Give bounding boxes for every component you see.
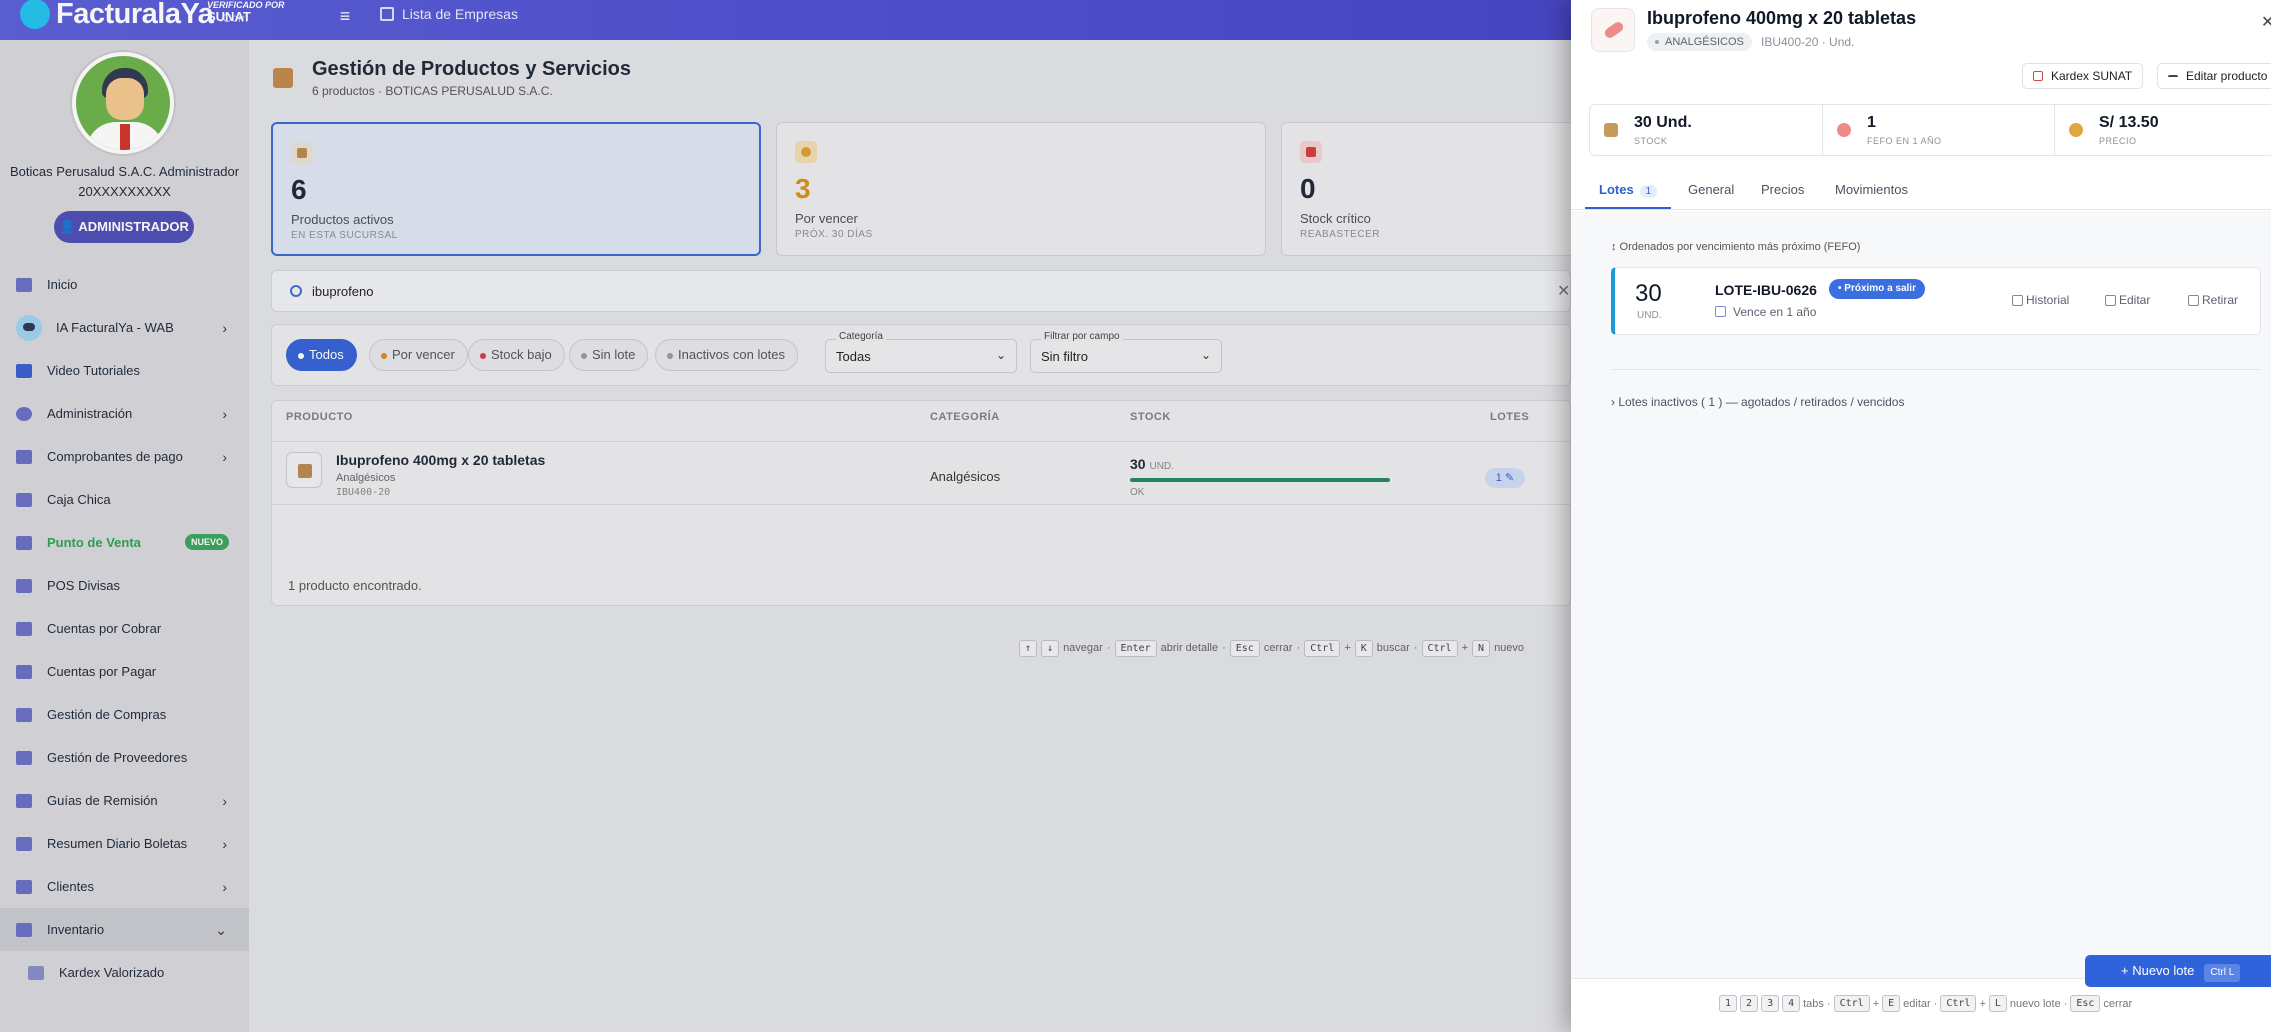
kbd-hint: editar <box>1903 997 1931 1010</box>
edit-product-label: Editar producto <box>2186 69 2268 83</box>
lot-withdraw-button[interactable]: Retirar <box>2188 293 2238 307</box>
new-lot-button[interactable]: + Nuevo lote Ctrl L <box>2085 955 2271 987</box>
divider <box>1611 369 2261 370</box>
kardex-sunat-label: Kardex SUNAT <box>2051 69 2133 83</box>
category-tag: ANALGÉSICOS <box>1647 33 1752 51</box>
pill-icon <box>1834 120 1854 140</box>
stat-stock: 30 Und. STOCK <box>1590 105 1823 155</box>
kardex-sunat-button[interactable]: Kardex SUNAT <box>2022 63 2144 89</box>
kbd-hint: tabs <box>1803 997 1824 1010</box>
tab-count-badge: 1 <box>1639 185 1658 198</box>
tab-precios[interactable]: Precios <box>1761 182 1804 197</box>
lot-expiry: Vence en 1 año <box>1733 305 1817 319</box>
tab-movimientos[interactable]: Movimientos <box>1835 182 1908 197</box>
drawer-title: Ibuprofeno 400mg x 20 tabletas <box>1647 8 1917 28</box>
kbd-key: Ctrl <box>1833 995 1870 1012</box>
stat-value: S/ 13.50 <box>2099 114 2159 131</box>
stat-label: PRECIO <box>2099 136 2137 146</box>
product-detail-drawer: Ibuprofeno 400mg x 20 tabletas ANALGÉSIC… <box>1571 0 2271 1032</box>
kbd-key: L <box>1988 995 2007 1012</box>
product-code: IBU400-20 · Und. <box>1761 35 1855 49</box>
stat-price: S/ 13.50 PRECIO <box>2054 105 2271 155</box>
lots-panel: ↕ Ordenados por vencimiento más próximo … <box>1571 211 2271 978</box>
kbd-key: 4 <box>1782 995 1801 1012</box>
kbd-key: 2 <box>1740 995 1759 1012</box>
lot-card[interactable]: 30 UND. LOTE-IBU-0626 • Próximo a salir … <box>1611 267 2261 335</box>
drawer-footer: + Nuevo lote Ctrl L 1 2 3 4 tabs · Ctrl +… <box>1571 955 2271 1032</box>
kbd-hint: cerrar <box>2103 997 2133 1010</box>
kbd-key: 1 <box>1719 995 1738 1012</box>
kbd-key: E <box>1882 995 1901 1012</box>
stat-fefo: 1 FEFO EN 1 AÑO <box>1822 105 2055 155</box>
inactive-lots-toggle[interactable]: › Lotes inactivos ( 1 ) — agotados / ret… <box>1611 395 1904 409</box>
lot-quantity: 30 <box>1635 280 1662 307</box>
status-badge: • Próximo a salir <box>1829 279 1925 299</box>
tab-lotes[interactable]: Lotes 1 <box>1599 182 1658 198</box>
kbd-key: Esc <box>2070 995 2101 1012</box>
money-bag-icon <box>2069 123 2083 137</box>
fefo-note: ↕ Ordenados por vencimiento más próximo … <box>1611 241 1861 253</box>
kbd-key: 3 <box>1761 995 1780 1012</box>
edit-icon <box>2168 75 2178 85</box>
lot-unit: UND. <box>1637 310 1662 321</box>
lot-edit-button[interactable]: Editar <box>2105 293 2150 307</box>
new-lot-shortcut: Ctrl L <box>2204 964 2241 982</box>
active-tab-indicator <box>1585 207 1671 209</box>
lot-code: LOTE-IBU-0626 <box>1715 282 1817 298</box>
calendar-icon <box>1715 306 1726 317</box>
edit-product-button[interactable]: Editar producto <box>2157 63 2271 89</box>
stat-value: 1 <box>1867 114 1876 131</box>
tab-general[interactable]: General <box>1688 182 1734 197</box>
stat-label: FEFO EN 1 AÑO <box>1867 136 1942 146</box>
pill-icon <box>1591 8 1635 52</box>
stat-value: 30 Und. <box>1634 114 1692 131</box>
stat-label: STOCK <box>1634 136 1668 146</box>
product-stats: 30 Und. STOCK 1 FEFO EN 1 AÑO S/ 13.50 P… <box>1589 104 2271 156</box>
document-icon <box>2033 71 2043 81</box>
modal-backdrop[interactable] <box>0 0 1571 1032</box>
new-lot-label: + Nuevo lote <box>2121 963 2195 978</box>
box-icon <box>1604 123 1618 137</box>
drawer-tabs: Lotes 1 General Precios Movimientos <box>1571 170 2271 210</box>
kbd-hint: nuevo lote <box>2009 997 2061 1010</box>
drawer-keyboard-hints: 1 2 3 4 tabs · Ctrl + E editar · Ctrl + … <box>1719 995 2132 1012</box>
kbd-key: Ctrl <box>1940 995 1977 1012</box>
lot-history-button[interactable]: Historial <box>2012 293 2069 307</box>
close-icon[interactable]: ✕ <box>2261 12 2271 32</box>
tab-label: Lotes <box>1599 182 1634 197</box>
